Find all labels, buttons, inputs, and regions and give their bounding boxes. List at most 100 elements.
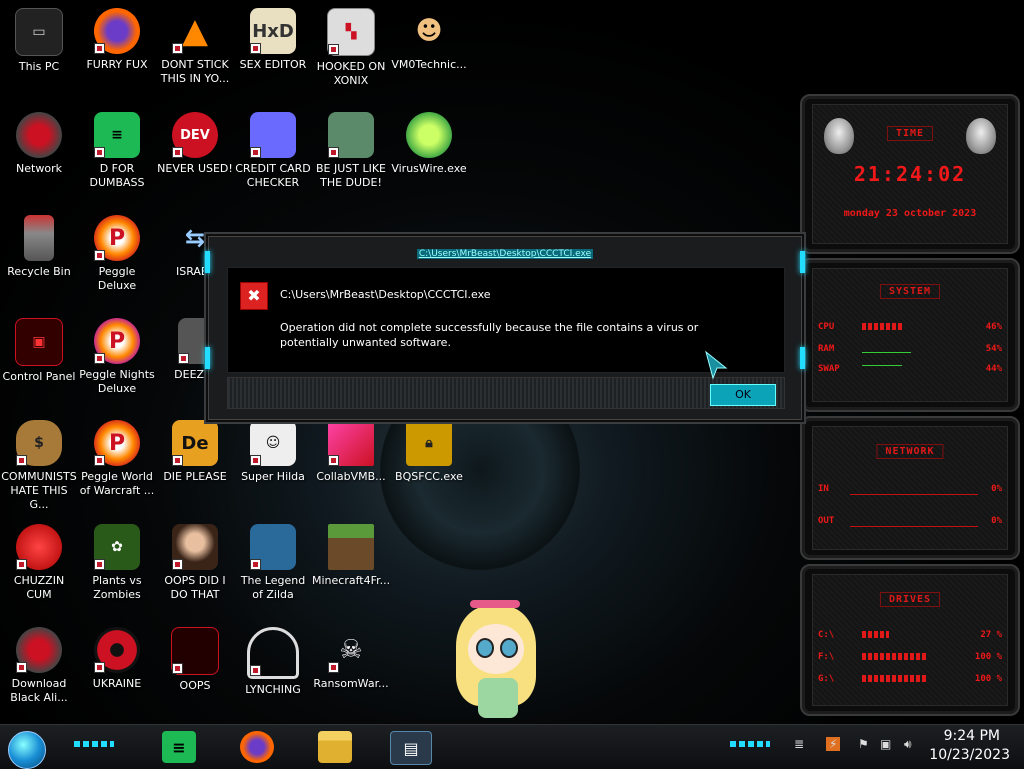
desktop-icon-this-pc[interactable]: ▭ This PC [0,8,78,74]
desktop-icon-ukraine[interactable]: UKRAINE [78,627,156,691]
widget-title: NETWORK [876,444,944,459]
mouse-cursor-icon [705,350,728,380]
icon-label: This PC [18,60,60,73]
spotify-icon[interactable]: ≡ [162,731,196,763]
desktop-icon-bqsfcc[interactable]: 🔒︎ BQSFCC.exe [390,420,468,484]
icon-label: OOPS [179,679,211,692]
desktop-icon-peggle-wow[interactable]: P Peggle World of Warcraft ... [78,420,156,498]
icon-label: CollabVMB... [316,470,386,483]
desktop-icon-recycle-bin[interactable]: Recycle Bin [0,215,78,279]
desktop-icon-d-for-dumbass[interactable]: ≡ D FOR DUMBASS [78,112,156,190]
peggle-icon: P [94,215,140,261]
taskbar-accent [74,741,114,747]
taskbar-time[interactable]: 9:24 PM [944,728,1000,744]
active-window-icon[interactable]: ▤ [390,731,432,765]
dialog-body: ✖ C:\Users\MrBeast\Desktop\CCCTCI.exe Op… [227,267,785,373]
desktop-icon-vm0technic[interactable]: ☻ VM0Technic... [390,8,468,72]
desktop-icon-peggle-deluxe[interactable]: P Peggle Deluxe [78,215,156,293]
tray-expand-icon[interactable]: ≣ [794,737,804,751]
minecraft-block-icon [328,524,374,570]
desktop-icon-oops-did-i[interactable]: OOPS DID I DO THAT [156,524,234,602]
drive-usage-bar [862,675,928,682]
cpu-bar [862,323,903,330]
icon-label: UKRAINE [92,677,142,690]
widget-title: SYSTEM [879,284,941,299]
taskbar-date[interactable]: 10/23/2023 [929,747,1010,763]
network-in-graph [850,480,978,495]
dialog-titlebar[interactable]: C:\Users\MrBeast\Desktop\CCCTCI.exe [209,241,801,261]
icon-label: HOOKED ON XONIX [316,60,386,87]
santa-character-icon [328,112,374,158]
desktop-icon-pvz[interactable]: ✿ Plants vs Zombies [78,524,156,602]
network-globe-icon [16,112,62,158]
icon-label: Minecraft4Fr... [312,574,391,587]
desktop-icon-be-like-dude[interactable]: BE JUST LIKE THE DUDE! [312,112,390,190]
alien-head-icon [824,118,854,154]
desktop-icon-oops[interactable]: OOPS [156,627,234,693]
desktop-icon-ransomware[interactable]: ☠ RansomWar... [312,627,390,691]
file-explorer-icon[interactable] [318,731,352,763]
start-button[interactable] [8,731,46,769]
desktop-icon-never-used[interactable]: DEV NEVER USED! [156,112,234,176]
icon-label: RansomWar... [313,677,389,690]
widget-date: monday 23 october 2023 [843,208,977,219]
icon-label: Plants vs Zombies [92,574,142,601]
error-dialog: C:\Users\MrBeast\Desktop\CCCTCI.exe ✖ C:… [205,236,805,420]
desktop-icon-lynching[interactable]: LYNCHING [234,627,312,697]
icon-label: CREDIT CARD CHECKER [235,162,311,189]
icon-label: DIE PLEASE [163,470,227,483]
icon-label: SEX EDITOR [239,58,307,71]
network-out-graph [850,512,978,527]
action-center-flag-icon[interactable]: ⚑ [858,737,869,751]
icon-label: FURRY FUX [86,58,148,71]
icon-label: Peggle World of Warcraft ... [79,470,155,497]
desktop-icon-viruswire[interactable]: VirusWire.exe [390,112,468,176]
volume-icon[interactable]: 🔊︎ [904,737,912,752]
desktop-icon-peggle-nights[interactable]: P Peggle Nights Deluxe [78,318,156,396]
desktop-icon-die-please[interactable]: De DIE PLEASE [156,420,234,484]
doctor-icon: ☻ [415,16,443,46]
desktop-icon-download-black-ali[interactable]: Download Black Ali... [0,627,78,705]
desktop-icon-control-panel[interactable]: ▣ Control Panel [0,318,78,384]
desktop-icon-sex-editor[interactable]: HxD SEX EDITOR [234,8,312,72]
pixel-character-icon: ☺ [250,420,296,466]
icon-label: The Legend of Zilda [240,574,306,601]
padlock-icon: 🔒︎ [406,420,452,466]
ok-button[interactable]: OK [710,384,776,406]
desktop-icon-super-hilda[interactable]: ☺ Super Hilda [234,420,312,484]
alien-monitor-icon [171,627,219,675]
desktop-icon-minecraft[interactable]: Minecraft4Fr... [312,524,390,588]
icon-label: Peggle Deluxe [97,265,137,292]
desktop-icon-collabvm[interactable]: CollabVMB... [312,420,390,484]
noose-icon [247,627,299,679]
desktop-icon-furry-fux[interactable]: FURRY FUX [78,8,156,72]
dialog-accent [205,347,210,369]
vlc-cone-icon: ▲ [172,8,218,54]
firefox-icon [94,8,140,54]
icon-label: Network [16,162,62,175]
dialog-title: C:\Users\MrBeast\Desktop\CCCTCI.exe [416,249,594,259]
tray-app-icon[interactable]: ⚡ [826,737,841,751]
drive-c-row: C:\ 27 % [818,630,1002,640]
money-bag-icon: $ [16,420,62,466]
desktop-icon-communists[interactable]: $ COMMUNISTS HATE THIS G... [0,420,78,512]
collabvm-icon [328,420,374,466]
control-panel-icon: ▣ [15,318,63,366]
desktop-icon-xonix[interactable]: ▚ HOOKED ON XONIX [312,8,390,88]
taskbar-accent [730,741,770,747]
desktop-icon-credit-card[interactable]: CREDIT CARD CHECKER [234,112,312,190]
desktop-icon-zilda[interactable]: The Legend of Zilda [234,524,312,602]
icon-label: BE JUST LIKE THE DUDE! [315,162,387,189]
skull-icon: ☠ [328,627,374,673]
ram-row: RAM 54% [818,344,1002,354]
desktop-icon-network[interactable]: Network [0,112,78,176]
desktop-icon-chuzzin[interactable]: CHUZZIN CUM [0,524,78,602]
swap-bar [862,365,902,373]
icon-label: BQSFCC.exe [395,470,463,483]
taskbar: ≡ ▤ ≣ ⚡ ⚑ ▣ 🔊︎ 9:24 PM 10/23/2023 [0,724,1024,769]
firefox-icon[interactable] [240,731,274,763]
chuzzle-icon [16,524,62,570]
network-tray-icon[interactable]: ▣ [880,737,891,751]
desktop-icon-dont-stick[interactable]: ▲ DONT STICK THIS IN YO... [156,8,234,86]
ram-bar [862,345,911,353]
